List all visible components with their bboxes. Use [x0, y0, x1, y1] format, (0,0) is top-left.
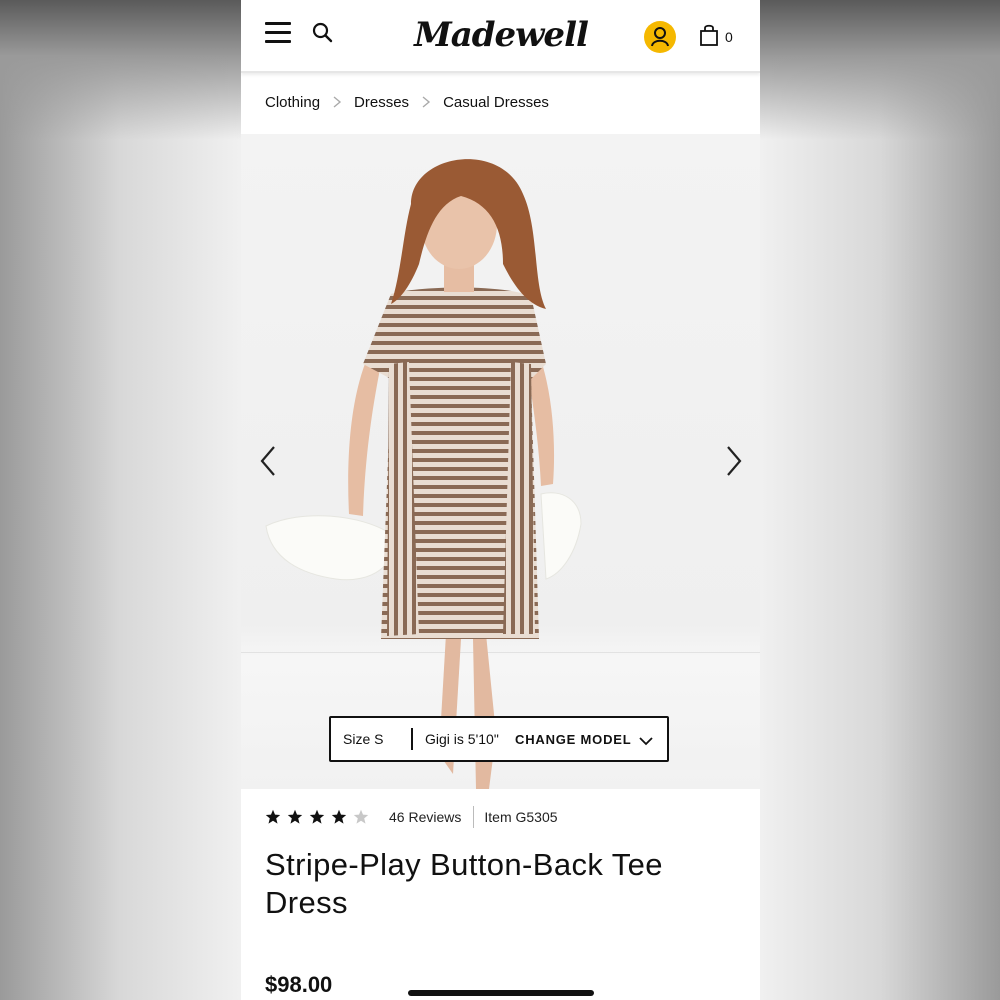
star-filled-icon	[265, 809, 281, 824]
brand-logo[interactable]: Madewell	[411, 10, 591, 60]
star-filled-icon	[287, 809, 303, 824]
site-header: Madewell 0	[241, 0, 760, 73]
phone-screen: Madewell 0 Clothing Dresses Casual Dress…	[241, 0, 760, 1000]
breadcrumb-casual-dresses[interactable]: Casual Dresses	[443, 94, 549, 111]
account-avatar-icon[interactable]	[644, 21, 676, 53]
search-icon[interactable]	[312, 22, 334, 44]
previous-image-chevron-left-icon[interactable]	[257, 444, 279, 478]
product-title: Stripe-Play Button-Back Tee Dress	[265, 847, 663, 920]
model-illustration	[265, 159, 582, 789]
breadcrumb: Clothing Dresses Casual Dresses	[265, 92, 549, 112]
change-model-button[interactable]: CHANGE MODEL	[515, 732, 632, 747]
breadcrumb-clothing[interactable]: Clothing	[265, 94, 320, 111]
star-filled-icon	[331, 809, 347, 824]
shopping-bag-icon[interactable]	[699, 23, 719, 47]
product-price: $98.00	[265, 972, 333, 997]
chevron-right-icon	[330, 95, 344, 109]
star-empty-icon	[353, 809, 369, 824]
item-number: Item G5305	[484, 809, 558, 825]
chevron-right-icon	[419, 95, 433, 109]
cart-count: 0	[725, 29, 733, 45]
rating-row: 46 Reviews Item G5305	[265, 806, 558, 828]
model-info-bar[interactable]: Size S Gigi is 5'10" CHANGE MODEL	[329, 716, 669, 762]
divider	[473, 806, 475, 828]
home-indicator[interactable]	[408, 990, 594, 996]
reviews-link[interactable]: 46 Reviews	[389, 809, 461, 825]
product-image[interactable]: Size S Gigi is 5'10" CHANGE MODEL	[241, 134, 760, 789]
model-height: Gigi is 5'10"	[425, 731, 499, 747]
star-filled-icon	[309, 809, 325, 824]
chevron-down-icon[interactable]	[639, 733, 653, 746]
breadcrumb-dresses[interactable]: Dresses	[354, 94, 409, 111]
hamburger-menu-icon[interactable]	[265, 22, 291, 44]
next-image-chevron-right-icon[interactable]	[723, 444, 745, 478]
model-size: Size S	[343, 731, 384, 747]
star-rating[interactable]	[265, 809, 369, 825]
